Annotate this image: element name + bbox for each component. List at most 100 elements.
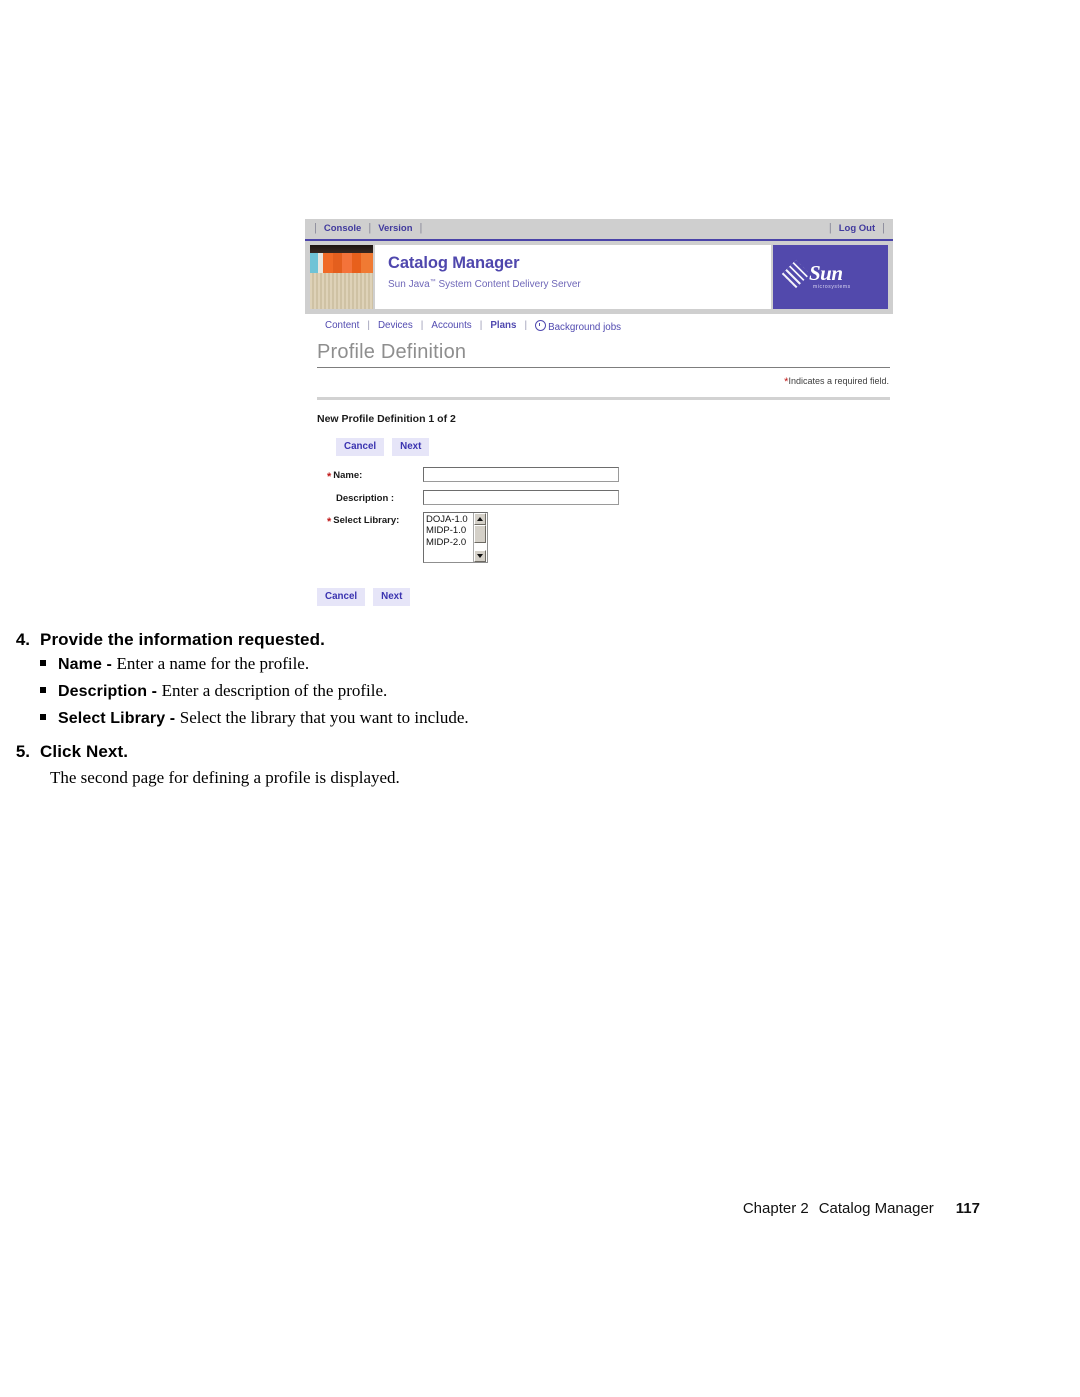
required-asterisk: * [327, 516, 332, 528]
document-body: 4. Provide the information requested. Na… [0, 630, 1080, 788]
step-4: 4. Provide the information requested. Na… [0, 630, 1080, 728]
nav-separator: | [882, 222, 885, 234]
app-title: Catalog Manager [388, 254, 520, 272]
step-4-text: Provide the information requested. [40, 630, 325, 649]
caret-down-icon [477, 554, 483, 558]
nav-item-background-jobs-label: Background jobs [548, 321, 622, 333]
footer-page-number: 117 [955, 1200, 980, 1217]
name-label: * Name: [327, 467, 423, 483]
console-link[interactable]: Console [317, 223, 368, 234]
select-library-label-text: Select Library: [333, 515, 400, 526]
scrollbar-track[interactable] [474, 543, 486, 550]
select-library-listbox[interactable]: DOJA-1.0 MIDP-1.0 MIDP-2.0 [423, 512, 488, 563]
heading-divider [317, 367, 890, 368]
scroll-down-button[interactable] [474, 550, 486, 562]
list-item: Select Library - Select the library that… [0, 708, 1080, 728]
bullet-desc: Enter a name for the profile. [116, 654, 310, 673]
scroll-up-button[interactable] [474, 513, 486, 525]
list-item: Name - Enter a name for the profile. [0, 654, 1080, 674]
next-button-bottom[interactable]: Next [373, 588, 411, 606]
bullet-dash: - [101, 656, 117, 673]
step-4-number: 4. [15, 630, 30, 649]
sun-tagline: microsystems [813, 284, 851, 290]
section-divider [317, 397, 890, 400]
caret-up-icon [477, 517, 483, 521]
description-label: Description : [327, 490, 423, 504]
application-screenshot: | Console | Version | | Log Out | Catalo… [305, 219, 893, 616]
page-title: Profile Definition [317, 341, 467, 363]
button-row-top: Cancel Next [336, 438, 430, 456]
app-subtitle-post: System Content Delivery Server [435, 279, 581, 290]
bullet-desc: Select the library that you want to incl… [179, 708, 469, 727]
step-5: 5. Click Next. The second page for defin… [0, 742, 1080, 788]
app-subtitle: Sun Java™ System Content Delivery Server [388, 275, 771, 292]
required-field-note: *Indicates a required field. [784, 376, 889, 388]
bullet-desc: Enter a description of the profile. [161, 681, 388, 700]
utility-nav-left: | Console | Version | [314, 222, 423, 235]
button-row-bottom: Cancel Next [317, 588, 411, 606]
version-link[interactable]: Version [371, 223, 419, 234]
bullet-term: Name [58, 656, 102, 673]
nav-item-content[interactable]: Content [317, 320, 367, 331]
clock-icon [535, 320, 547, 331]
next-button-top[interactable]: Next [392, 438, 430, 456]
bullet-dash: - [147, 683, 162, 700]
select-library-label: * Select Library: [327, 512, 423, 528]
description-input[interactable] [423, 490, 619, 505]
utility-nav-right: | Log Out | [829, 222, 885, 235]
footer-title: Catalog Manager [818, 1200, 934, 1217]
listbox-option[interactable]: DOJA-1.0 [426, 514, 474, 525]
square-bullet-icon [40, 687, 46, 693]
app-subtitle-pre: Sun Java [388, 279, 430, 290]
bullet-content: Name - Enter a name for the profile. [58, 654, 309, 674]
page-footer: Chapter 2 Catalog Manager 117 [0, 1200, 1080, 1217]
required-field-note-text: Indicates a required field. [788, 376, 889, 386]
step-4-bullets: Name - Enter a name for the profile. Des… [0, 654, 1080, 728]
bullet-content: Select Library - Select the library that… [58, 708, 469, 728]
log-out-link[interactable]: Log Out [832, 223, 882, 234]
page-title-wrap: Profile Definition [317, 340, 887, 364]
section-title: New Profile Definition 1 of 2 [317, 413, 456, 425]
required-asterisk: * [327, 471, 332, 483]
nav-item-accounts[interactable]: Accounts [423, 320, 479, 331]
nav-separator: | [419, 222, 423, 234]
brand-title-block: Catalog Manager Sun Java™ System Content… [375, 245, 771, 309]
listbox-options: DOJA-1.0 MIDP-1.0 MIDP-2.0 [424, 513, 474, 548]
listbox-option[interactable]: MIDP-2.0 [426, 537, 474, 548]
nav-item-background-jobs[interactable]: Background jobs [527, 319, 629, 333]
profile-form: * Name: Description : * Select Library: DO… [327, 467, 619, 570]
bullet-term: Select Library [58, 710, 166, 727]
sun-logo: Sun microsystems [773, 245, 888, 309]
footer-chapter: Chapter 2 [742, 1200, 809, 1217]
bullet-content: Description - Enter a description of the… [58, 681, 387, 701]
square-bullet-icon [40, 660, 46, 666]
step-5-text: Click Next. [40, 742, 129, 761]
books-photo [310, 245, 373, 309]
bullet-term: Description [58, 683, 148, 700]
step-4-heading: 4. Provide the information requested. [0, 630, 1080, 650]
form-row-name: * Name: [327, 467, 619, 483]
name-input[interactable] [423, 467, 619, 482]
listbox-scrollbar[interactable] [473, 513, 487, 562]
form-row-description: Description : [327, 490, 619, 505]
scrollbar-thumb[interactable] [474, 525, 486, 543]
cancel-button-bottom[interactable]: Cancel [317, 588, 366, 606]
bullet-dash: - [165, 710, 180, 727]
listbox-option[interactable]: MIDP-1.0 [426, 525, 474, 536]
step-5-heading: 5. Click Next. [0, 742, 1080, 762]
utility-nav-bar: | Console | Version | | Log Out | [305, 219, 893, 241]
step-5-paragraph: The second page for defining a profile i… [50, 768, 400, 787]
nav-item-plans[interactable]: Plans [482, 320, 524, 331]
name-label-text: Name: [333, 470, 363, 481]
sun-diamond-icon [781, 259, 811, 289]
step-5-number: 5. [15, 742, 30, 761]
module-nav: Content | Devices | Accounts | Plans | B… [305, 314, 893, 337]
book-pages [310, 273, 373, 309]
brand-banner: Catalog Manager Sun Java™ System Content… [305, 241, 893, 314]
nav-item-devices[interactable]: Devices [370, 320, 421, 331]
form-row-select-library: * Select Library: DOJA-1.0 MIDP-1.0 MIDP-… [327, 512, 619, 563]
list-item: Description - Enter a description of the… [0, 681, 1080, 701]
square-bullet-icon [40, 714, 46, 720]
cancel-button-top[interactable]: Cancel [336, 438, 385, 456]
description-label-text: Description : [336, 493, 395, 504]
